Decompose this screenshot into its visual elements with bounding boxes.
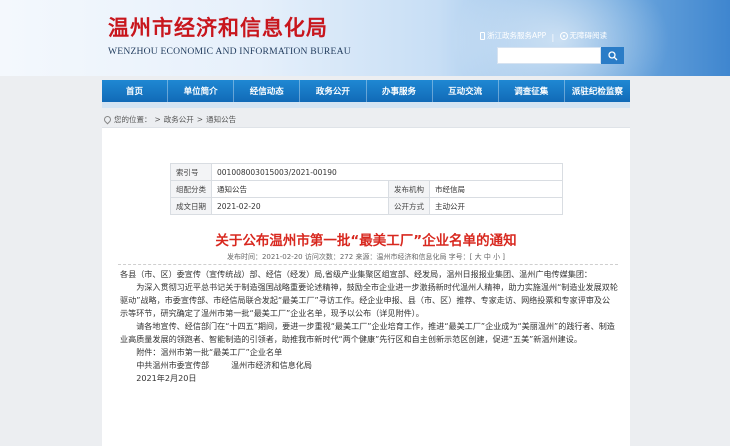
phone-icon: [480, 31, 485, 40]
breadcrumb-separator: >: [196, 115, 204, 124]
site-title[interactable]: 温州市经济和信息化局: [108, 12, 328, 42]
breadcrumb: 您的位置： > 政务公开 > 通知公告: [102, 114, 236, 125]
breadcrumb-gov-affairs[interactable]: 政务公开: [164, 114, 194, 125]
article-info: 发布时间：2021-02-20 访问次数：272 来源：温州市经济和信息化局 字…: [226, 253, 506, 261]
meta-method-value: 主动公开: [429, 197, 563, 215]
search-button[interactable]: [601, 47, 624, 64]
meta-index-value: 001008003015003/2021-00190: [211, 163, 563, 181]
article-signature-1: 中共温州市委宣传部: [136, 360, 210, 370]
meta-date-key: 成文日期: [170, 197, 212, 215]
doc-meta-table: 索引号 001008003015003/2021-00190 组配分类 通知公告…: [170, 163, 563, 215]
site-header: 温州市经济和信息化局 WENZHOU ECONOMIC AND INFORMAT…: [0, 0, 730, 76]
article-salutation: 各县（市、区）委宣传（宣传统战）部、经信（经发）局,省级产业集聚区组宣部、经发局…: [120, 269, 593, 279]
meta-category-key: 组配分类: [170, 180, 212, 198]
article-title: 关于公布温州市第一批“最美工厂”企业名单的通知: [215, 233, 517, 249]
nav-about[interactable]: 单位简介: [168, 80, 235, 102]
main-nav: 首页 单位简介 经信动态 政务公开 办事服务 互动交流 调查征集 派驻纪检监察: [102, 80, 630, 102]
site-title-en: WENZHOU ECONOMIC AND INFORMATION BUREAU: [108, 46, 351, 57]
accessibility-icon: [559, 31, 568, 40]
article-paragraph-2: 请各地宣传、经信部门在“十四五”期间，要进一步重视“最美工厂”企业培育工作，推进…: [120, 321, 615, 344]
breadcrumb-notices[interactable]: 通知公告: [206, 114, 236, 125]
meta-method-key: 公开方式: [388, 197, 431, 215]
nav-discipline[interactable]: 派驻纪检监察: [565, 80, 630, 102]
top-links: 浙江政务服务APP | 无障碍阅读: [480, 30, 607, 42]
meta-publisher-value: 市经信局: [429, 180, 563, 198]
article-signatures: 中共温州市委宣传部 温州市经济和信息化局: [120, 359, 618, 372]
nav-home[interactable]: 首页: [102, 80, 169, 102]
accessibility-link-label: 无障碍阅读: [569, 31, 608, 40]
meta-date-value: 2021-02-20: [210, 197, 390, 215]
nav-gov-affairs[interactable]: 政务公开: [300, 80, 367, 102]
nav-news[interactable]: 经信动态: [234, 80, 301, 102]
meta-publisher-key: 发布机构: [388, 180, 431, 198]
divider: [118, 264, 618, 265]
link-separator: |: [551, 32, 555, 42]
app-link[interactable]: 浙江政务服务APP: [480, 30, 546, 41]
search-icon: [607, 50, 617, 60]
search-input[interactable]: [497, 47, 601, 64]
nav-services[interactable]: 办事服务: [367, 80, 433, 102]
article-signature-2: 温州市经济和信息化局: [231, 360, 312, 370]
breadcrumb-separator: >: [154, 115, 161, 124]
location-icon: [102, 114, 113, 125]
nav-survey[interactable]: 调查征集: [499, 80, 565, 102]
article-attachment[interactable]: 附件：温州市第一批“最美工厂”企业名单: [120, 346, 618, 359]
article-date: 2021年2月20日: [136, 373, 197, 383]
app-link-label: 浙江政务服务APP: [487, 31, 547, 40]
accessibility-link[interactable]: 无障碍阅读: [559, 30, 608, 41]
meta-index-key: 索引号: [170, 163, 212, 181]
article-body: 各县（市、区）委宣传（宣传统战）部、经信（经发）局,省级产业集聚区组宣部、经发局…: [120, 268, 618, 385]
article-paragraph-1: 为深入贯彻习近平总书记关于制造强国战略重要论述精神，鼓励全市企业进一步激扬新时代…: [120, 282, 618, 318]
breadcrumb-label: 您的位置：: [114, 115, 152, 124]
nav-interaction[interactable]: 互动交流: [433, 80, 499, 102]
meta-category-value: 通知公告: [210, 180, 390, 198]
nav-strip: [102, 102, 630, 108]
